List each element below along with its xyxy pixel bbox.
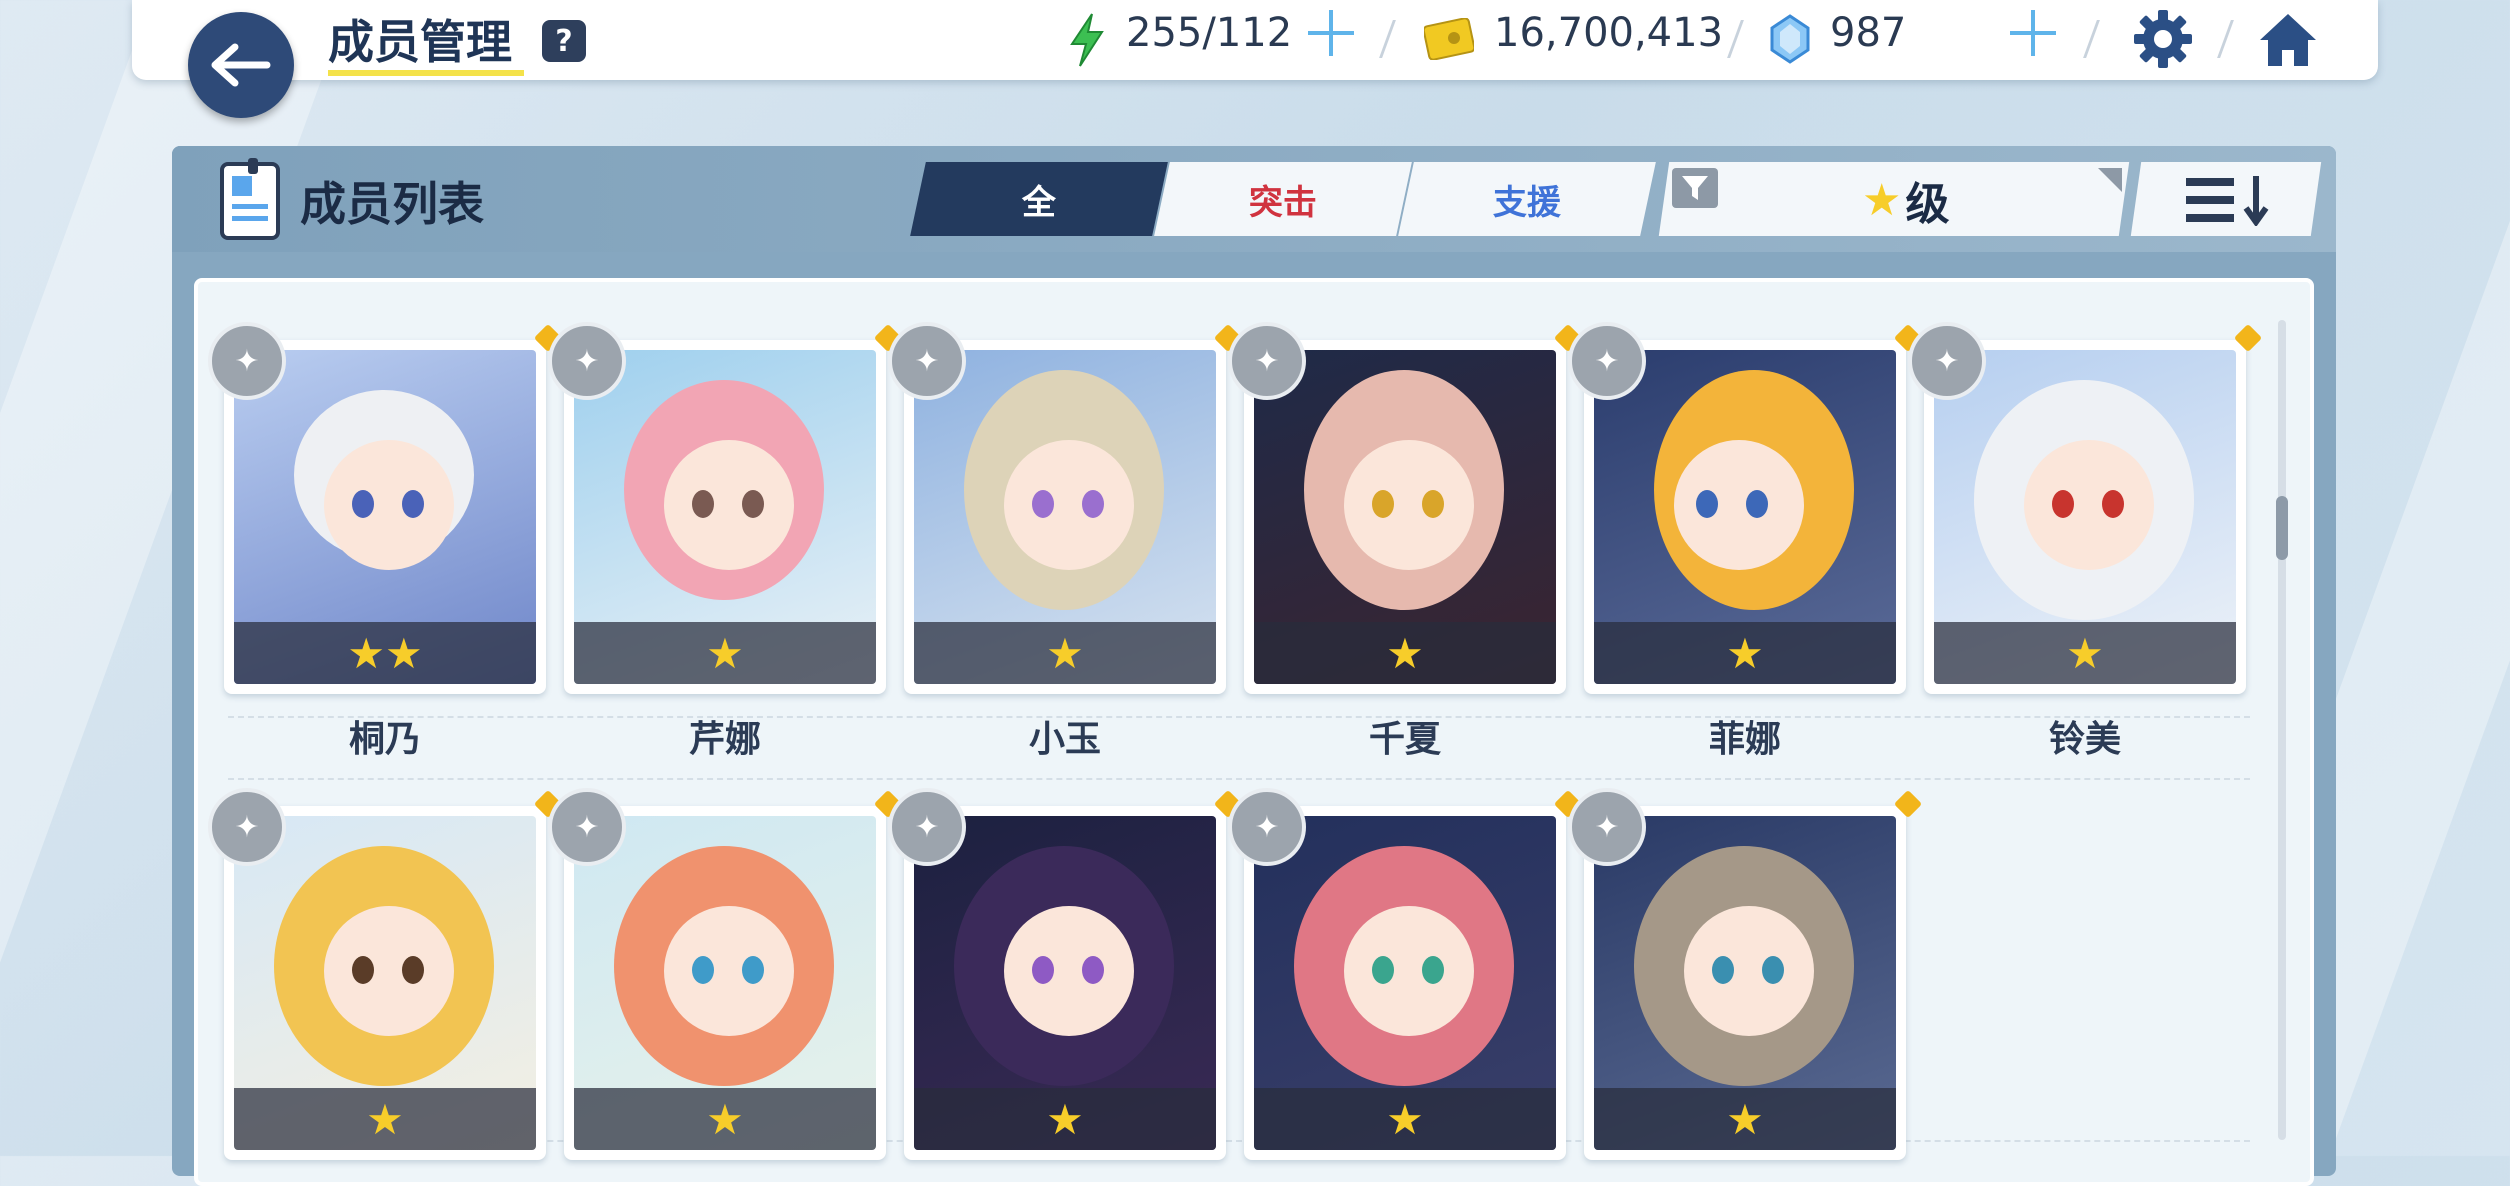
scrollbar-track[interactable] xyxy=(2278,320,2286,1140)
star-rating: ★ xyxy=(234,1088,536,1150)
star-rating: ★ xyxy=(574,1088,876,1150)
tab-support[interactable]: 支援 xyxy=(1398,162,1656,236)
member-name: 千夏 xyxy=(1368,719,1441,760)
credit-card-icon xyxy=(1424,18,1474,60)
member-name: 桐乃 xyxy=(348,719,421,760)
filter-label: ★ 级 xyxy=(1862,168,1949,232)
sort-icon xyxy=(2186,176,2269,226)
member-card[interactable]: ★ ✦ xyxy=(888,322,1243,694)
title-underline xyxy=(328,70,524,76)
member-portrait: ★ xyxy=(234,816,536,1150)
star-rating: ★ xyxy=(1934,622,2236,684)
pin-icon[interactable]: ✦ xyxy=(888,322,966,400)
member-portrait: ★ xyxy=(914,350,1216,684)
filter-icon xyxy=(1672,168,1718,208)
member-card[interactable]: ★ ✦ xyxy=(1568,788,1923,1160)
pin-icon[interactable]: ✦ xyxy=(208,788,286,866)
member-portrait: ★ xyxy=(574,350,876,684)
member-list-title: 成员列表 xyxy=(300,177,484,231)
member-card[interactable]: ★ ✦ xyxy=(1228,322,1583,694)
member-portrait: ★ xyxy=(1594,350,1896,684)
add-gems-button[interactable] xyxy=(2008,8,2058,58)
tab-attack[interactable]: 突击 xyxy=(1154,162,1412,236)
tab-all[interactable]: 全 xyxy=(910,162,1168,236)
back-arrow-icon xyxy=(211,43,271,87)
help-icon[interactable]: ? xyxy=(542,20,586,62)
member-card[interactable]: ★ ✦ xyxy=(888,788,1243,1160)
pin-icon[interactable]: ✦ xyxy=(1908,322,1986,400)
member-card[interactable]: ★★ ✦ xyxy=(208,322,563,694)
star-icon: ★ xyxy=(1862,174,1902,226)
star-rating: ★★ xyxy=(234,622,536,684)
filter-text: 级 xyxy=(1905,179,1950,230)
member-card[interactable]: ★ ✦ xyxy=(1228,788,1583,1160)
member-portrait: ★ xyxy=(574,816,876,1150)
member-card[interactable]: ★ ✦ xyxy=(1908,322,2263,694)
add-stamina-button[interactable] xyxy=(1306,8,1356,58)
back-button[interactable] xyxy=(188,12,294,118)
member-name: 菲娜 xyxy=(1708,719,1781,760)
star-rating: ★ xyxy=(1254,622,1556,684)
member-name: 芹娜 xyxy=(688,719,761,760)
pin-icon[interactable]: ✦ xyxy=(1568,788,1646,866)
pin-icon[interactable]: ✦ xyxy=(548,788,626,866)
member-card[interactable]: ★ ✦ xyxy=(548,788,903,1160)
pin-icon[interactable]: ✦ xyxy=(1228,788,1306,866)
gems-value: 987 xyxy=(1830,10,1907,56)
member-portrait: ★ xyxy=(1934,350,2236,684)
scrollbar-thumb[interactable] xyxy=(2276,496,2288,560)
pin-icon[interactable]: ✦ xyxy=(548,322,626,400)
stamina-value: 255/112 xyxy=(1126,10,1293,56)
member-list-icon xyxy=(220,158,280,240)
star-rating: ★ xyxy=(914,622,1216,684)
member-portrait: ★ xyxy=(1254,350,1556,684)
pin-icon[interactable]: ✦ xyxy=(888,788,966,866)
pin-icon[interactable]: ✦ xyxy=(208,322,286,400)
row-divider xyxy=(228,778,2250,780)
star-rating: ★ xyxy=(1594,622,1896,684)
pin-icon[interactable]: ✦ xyxy=(1228,322,1306,400)
gem-icon xyxy=(1770,14,1810,64)
dropdown-corner-icon xyxy=(2098,168,2122,192)
star-rating: ★ xyxy=(1254,1088,1556,1150)
pin-icon[interactable]: ✦ xyxy=(1568,322,1646,400)
member-portrait: ★ xyxy=(1254,816,1556,1150)
star-rating: ★ xyxy=(1594,1088,1896,1150)
member-card[interactable]: ★ ✦ xyxy=(548,322,903,694)
page-title: 成员管理 xyxy=(328,15,512,69)
member-portrait: ★ xyxy=(1594,816,1896,1150)
gear-icon[interactable] xyxy=(2132,8,2194,70)
star-rating: ★ xyxy=(574,622,876,684)
member-card[interactable]: ★ ✦ xyxy=(1568,322,1923,694)
member-portrait: ★ xyxy=(914,816,1216,1150)
credits-value: 16,700,413 xyxy=(1494,10,1724,56)
member-name: 小玉 xyxy=(1028,719,1101,760)
lightning-icon xyxy=(1070,13,1104,67)
member-portrait: ★★ xyxy=(234,350,536,684)
member-name: 铃美 xyxy=(2048,719,2121,760)
star-rating: ★ xyxy=(914,1088,1216,1150)
member-card[interactable]: ★ ✦ xyxy=(208,788,563,1160)
home-icon[interactable] xyxy=(2256,10,2320,70)
